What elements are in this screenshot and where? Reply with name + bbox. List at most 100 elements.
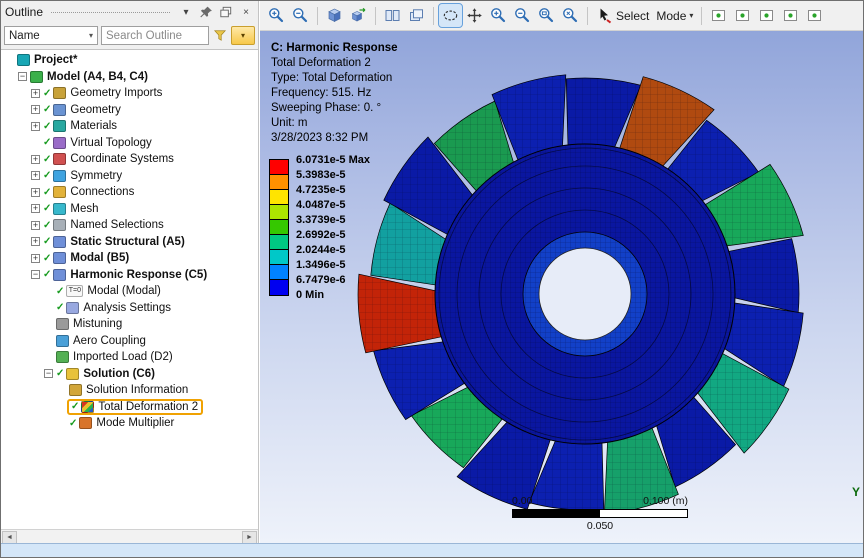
- tile-windows-button[interactable]: [381, 4, 404, 27]
- tree-item-mesh[interactable]: + ✓ Mesh: [1, 201, 258, 218]
- tree-item-mode-multiplier[interactable]: ✓ Mode Multiplier: [1, 415, 258, 432]
- expand-icon[interactable]: +: [31, 187, 40, 197]
- expand-icon[interactable]: +: [31, 253, 40, 263]
- cube-arrow-icon: [350, 7, 367, 24]
- magnifier-fit-icon: [562, 7, 579, 24]
- name-filter-dropdown[interactable]: Name ▾: [4, 26, 98, 45]
- graphics-viewport[interactable]: C: Harmonic Response Total Deformation 2…: [260, 31, 863, 543]
- tree-item-analysis-settings[interactable]: ✓ Analysis Settings: [1, 300, 258, 317]
- panel-drag-handle[interactable]: [51, 11, 170, 13]
- scale-ruler: 0.00 0.100 (m) 0.050: [512, 495, 688, 532]
- filter-box-icon: [758, 7, 775, 24]
- select-mode-dropdown[interactable]: Select: [593, 4, 652, 27]
- tree-item-modal-modal[interactable]: ✓ T=0 Modal (Modal): [1, 283, 258, 300]
- tree-item-modal-b5[interactable]: + ✓ Modal (B5): [1, 250, 258, 267]
- collapse-icon[interactable]: −: [31, 270, 40, 280]
- tree-item-static-structural-a5[interactable]: + ✓ Static Structural (A5): [1, 234, 258, 251]
- tree-item-materials[interactable]: + ✓ Materials: [1, 118, 258, 135]
- toolbar-separator: [433, 6, 434, 25]
- tree-item-mistuning[interactable]: Mistuning: [1, 316, 258, 333]
- materials-icon: [53, 120, 67, 133]
- triad-y-axis-label[interactable]: Y: [852, 485, 860, 499]
- chevron-down-icon: ▾: [240, 31, 245, 40]
- tree-item-harmonic-response-c5[interactable]: − ✓ Harmonic Response (C5): [1, 267, 258, 284]
- tree-item-geometry[interactable]: + ✓ Geometry: [1, 102, 258, 119]
- result-chart-icon: [81, 400, 95, 413]
- select-cursor-icon: [596, 7, 613, 24]
- box-zoom-button[interactable]: [535, 4, 558, 27]
- tree-item-label: Aero Coupling: [73, 334, 146, 347]
- extend-selection-button[interactable]: [803, 4, 826, 27]
- toolbar-separator: [375, 6, 376, 25]
- ansys-mechanical-window: Outline ▾ × Name ▾ ▾ Project*−Model (A4,…: [0, 0, 864, 558]
- outline-tree: Project* − Model (A4, B4, C4) + ✓ Geometry Im…: [1, 49, 258, 529]
- check-icon: ✓: [43, 236, 52, 248]
- pan-button[interactable]: [463, 4, 486, 27]
- tree-item-label: Project*: [34, 54, 78, 67]
- isometric-view-button[interactable]: [323, 4, 346, 27]
- select-edges-filter-button[interactable]: [731, 4, 754, 27]
- panel-menu-icon[interactable]: ▾: [178, 4, 194, 20]
- chevron-down-icon: ▾: [689, 11, 694, 20]
- ellipse-select-button[interactable]: [438, 3, 463, 28]
- zoom-in-tool-button[interactable]: [487, 4, 510, 27]
- tree-item-label: Connections: [70, 186, 135, 199]
- turbine-wheel-model[interactable]: [350, 57, 820, 527]
- tree-item-symmetry[interactable]: + ✓ Symmetry: [1, 168, 258, 185]
- tree-item-label: Analysis Settings: [83, 301, 171, 314]
- tree-item-solution-c6[interactable]: − ✓ Solution (C6): [1, 366, 258, 383]
- collapse-icon[interactable]: −: [18, 72, 27, 82]
- tree-item-aero-coupling[interactable]: Aero Coupling: [1, 333, 258, 350]
- tree-item-model-a4-b4-c4[interactable]: − Model (A4, B4, C4): [1, 69, 258, 86]
- select-vertices-filter-button[interactable]: [707, 4, 730, 27]
- expand-icon[interactable]: +: [31, 237, 40, 247]
- legend-value-label: 4.0487e-5: [296, 199, 346, 211]
- tree-item-solution-information[interactable]: Solution Information: [1, 382, 258, 399]
- check-icon: ✓: [56, 368, 65, 380]
- expand-icon[interactable]: +: [31, 121, 40, 131]
- tree-item-named-selections[interactable]: + ✓ Named Selections: [1, 217, 258, 234]
- pin-icon[interactable]: [198, 4, 214, 20]
- legend-color-band: [270, 175, 288, 190]
- expand-icon[interactable]: +: [31, 220, 40, 230]
- tree-item-label: Geometry: [70, 103, 121, 116]
- search-input[interactable]: [101, 26, 209, 45]
- selected-item-highlight: ✓ Total Deformation 2: [67, 398, 204, 415]
- expand-options-button[interactable]: ▾: [231, 26, 255, 45]
- tree-item-geometry-imports[interactable]: + ✓ Geometry Imports: [1, 85, 258, 102]
- tree-item-label: Symmetry: [70, 169, 123, 182]
- zoom-in-button[interactable]: [265, 4, 288, 27]
- tree-item-virtual-topology[interactable]: ✓ Virtual Topology: [1, 135, 258, 152]
- tree-item-coordinate-systems[interactable]: + ✓ Coordinate Systems: [1, 151, 258, 168]
- manage-views-button[interactable]: [347, 4, 370, 27]
- magnifier-minus-icon: [292, 7, 309, 24]
- window-cascade-icon: [408, 7, 425, 24]
- magnifier-box-icon: [538, 7, 555, 24]
- select-bodies-filter-button[interactable]: [779, 4, 802, 27]
- expand-icon[interactable]: +: [31, 171, 40, 181]
- select-faces-filter-button[interactable]: [755, 4, 778, 27]
- expand-icon[interactable]: +: [31, 154, 40, 164]
- expand-icon[interactable]: +: [31, 105, 40, 115]
- tree-item-connections[interactable]: + ✓ Connections: [1, 184, 258, 201]
- expand-icon[interactable]: +: [31, 204, 40, 214]
- zoom-out-tool-button[interactable]: [511, 4, 534, 27]
- close-icon[interactable]: ×: [238, 4, 254, 20]
- zoom-to-fit-button[interactable]: [559, 4, 582, 27]
- filter-funnel-icon[interactable]: [212, 28, 228, 44]
- filter-box-icon: [734, 7, 751, 24]
- legend-color-bar: [269, 159, 289, 296]
- collapse-icon[interactable]: −: [44, 369, 53, 379]
- graphics-toolbar: Select Mode ▾: [260, 1, 863, 31]
- cascade-windows-button[interactable]: [405, 4, 428, 27]
- expand-icon[interactable]: +: [31, 88, 40, 98]
- tree-item-total-deformation-2[interactable]: ✓ Total Deformation 2: [1, 398, 258, 416]
- zoom-out-button[interactable]: [289, 4, 312, 27]
- mode-dropdown[interactable]: Mode ▾: [653, 4, 696, 27]
- restore-window-icon[interactable]: [218, 4, 234, 20]
- check-icon: ✓: [43, 170, 52, 182]
- tree-item-project[interactable]: Project*: [1, 52, 258, 69]
- toolbar-separator: [701, 6, 703, 25]
- modal-icon: [53, 252, 67, 265]
- tree-item-imported-load-d2[interactable]: Imported Load (D2): [1, 349, 258, 366]
